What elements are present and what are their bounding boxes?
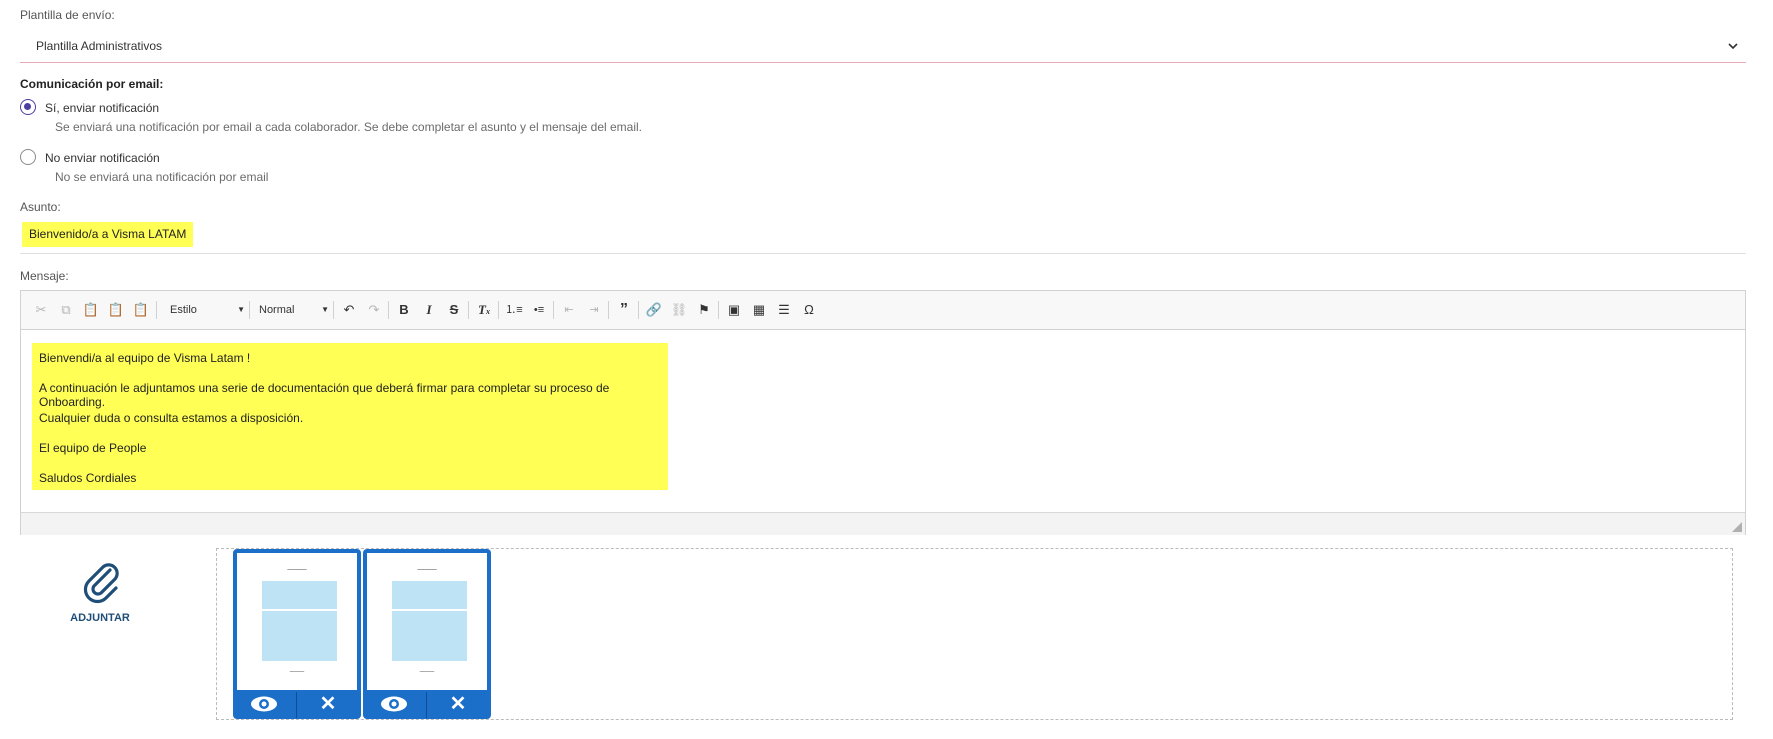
unlink-icon[interactable]: ⛓ bbox=[670, 302, 688, 318]
thumbnail-heading: ━━━━━━━━ bbox=[287, 567, 307, 572]
format-combo[interactable]: Normal ▼ bbox=[259, 300, 329, 320]
bulleted-list-icon[interactable]: •≡ bbox=[530, 302, 548, 318]
toolbar-separator bbox=[553, 301, 554, 319]
option-send-title: Sí, enviar notificación bbox=[45, 101, 160, 115]
style-combo-arrow-icon: ▼ bbox=[237, 305, 245, 314]
message-line: Saludos Cordiales bbox=[39, 471, 137, 485]
paperclip-icon bbox=[83, 563, 119, 604]
image-icon[interactable]: ▣ bbox=[725, 302, 743, 318]
view-attachment-button[interactable] bbox=[233, 692, 295, 716]
special-char-omega-icon[interactable]: Ω bbox=[800, 302, 818, 318]
remove-attachment-button[interactable]: ✕ bbox=[427, 692, 489, 716]
close-icon: ✕ bbox=[449, 693, 467, 715]
option-send-desc: Se enviará una notificación por email a … bbox=[55, 120, 643, 134]
toolbar-separator bbox=[156, 301, 157, 319]
anchor-flag-icon[interactable]: ⚑ bbox=[695, 302, 713, 318]
attach-button[interactable]: ADJUNTAR bbox=[70, 560, 130, 630]
remove-format-icon[interactable]: Tx bbox=[475, 302, 493, 318]
option-no-send-desc: No se enviará una notificación por email bbox=[55, 170, 269, 184]
document-thumbnail: ━━━━━━━━ ━━━━━━ bbox=[237, 553, 357, 690]
paste-icon[interactable]: 📋 bbox=[82, 302, 100, 318]
link-icon[interactable]: 🔗 bbox=[645, 302, 663, 318]
toolbar-separator bbox=[498, 301, 499, 319]
toolbar-separator bbox=[638, 301, 639, 319]
template-label: Plantilla de envío: bbox=[20, 8, 115, 22]
eye-icon bbox=[251, 696, 277, 712]
toolbar-separator bbox=[249, 301, 250, 319]
thumbnail-block bbox=[262, 581, 337, 609]
radio-no-notification[interactable] bbox=[20, 149, 36, 165]
bold-icon[interactable]: B bbox=[395, 302, 413, 318]
document-thumbnail: ━━━━━━━━ ━━━━━━ bbox=[367, 553, 487, 690]
email-comm-label: Comunicación por email: bbox=[20, 77, 164, 91]
attachment-card: ━━━━━━━━ ━━━━━━ ✕ bbox=[233, 549, 361, 719]
thumbnail-block bbox=[262, 611, 337, 661]
view-attachment-button[interactable] bbox=[363, 692, 425, 716]
option-no-send-title: No enviar notificación bbox=[45, 151, 160, 165]
subject-label: Asunto: bbox=[20, 200, 61, 214]
rich-text-editor[interactable]: ✂ ⧉ 📋 📋 📋 Estilo ▼ Normal ▼ ↶ ↷ B I S Tx… bbox=[20, 290, 1746, 535]
toolbar-separator bbox=[333, 301, 334, 319]
thumbnail-block bbox=[392, 611, 467, 661]
thumbnail-footer: ━━━━━━ bbox=[289, 669, 305, 674]
editor-status-bar bbox=[21, 512, 1745, 535]
editor-toolbar: ✂ ⧉ 📋 📋 📋 Estilo ▼ Normal ▼ ↶ ↷ B I S Tx… bbox=[21, 291, 1745, 330]
thumbnail-block bbox=[392, 581, 467, 609]
style-combo-label: Estilo bbox=[170, 304, 197, 316]
editor-content[interactable]: Bienvendi/a al equipo de Visma Latam ! A… bbox=[21, 329, 1745, 512]
chevron-down-icon bbox=[1728, 43, 1738, 50]
template-select[interactable]: Plantilla Administrativos bbox=[20, 33, 1746, 63]
copy-icon[interactable]: ⧉ bbox=[57, 302, 75, 318]
paste-text-icon[interactable]: 📋 bbox=[107, 302, 125, 318]
close-icon: ✕ bbox=[319, 693, 337, 715]
blockquote-icon[interactable]: ” bbox=[615, 302, 633, 318]
template-select-value: Plantilla Administrativos bbox=[36, 39, 163, 53]
cut-icon[interactable]: ✂ bbox=[32, 302, 50, 318]
redo-icon[interactable]: ↷ bbox=[365, 302, 383, 318]
table-icon[interactable]: ▦ bbox=[750, 302, 768, 318]
italic-icon[interactable]: I bbox=[420, 302, 438, 318]
attachment-card: ━━━━━━━━ ━━━━━━ ✕ bbox=[363, 549, 491, 719]
subject-input[interactable]: Bienvenido/a a Visma LATAM bbox=[20, 221, 1746, 254]
message-line: El equipo de People bbox=[39, 441, 147, 455]
message-line: A continuación le adjuntamos una serie d… bbox=[39, 381, 610, 409]
toolbar-separator bbox=[608, 301, 609, 319]
style-combo[interactable]: Estilo ▼ bbox=[170, 300, 245, 320]
subject-value: Bienvenido/a a Visma LATAM bbox=[22, 222, 194, 247]
horizontal-rule-icon[interactable]: ☰ bbox=[775, 302, 793, 318]
toolbar-separator bbox=[388, 301, 389, 319]
remove-attachment-button[interactable]: ✕ bbox=[297, 692, 359, 716]
undo-icon[interactable]: ↶ bbox=[340, 302, 358, 318]
message-highlight: Bienvendi/a al equipo de Visma Latam ! A… bbox=[32, 343, 668, 490]
strikethrough-icon[interactable]: S bbox=[445, 302, 463, 318]
thumbnail-heading: ━━━━━━━━ bbox=[417, 567, 437, 572]
message-line: Bienvendi/a al equipo de Visma Latam ! bbox=[39, 351, 251, 365]
message-label: Mensaje: bbox=[20, 269, 69, 283]
format-combo-arrow-icon: ▼ bbox=[321, 305, 329, 314]
message-line: Cualquier duda o consulta estamos a disp… bbox=[39, 411, 304, 425]
paste-word-icon[interactable]: 📋 bbox=[132, 302, 150, 318]
toolbar-separator bbox=[718, 301, 719, 319]
radio-send-notification[interactable] bbox=[20, 99, 36, 115]
numbered-list-icon[interactable]: ⒈≡ bbox=[505, 302, 523, 318]
resize-handle-icon[interactable] bbox=[1732, 522, 1742, 532]
outdent-icon[interactable]: ⇤ bbox=[560, 302, 578, 318]
attach-label: ADJUNTAR bbox=[70, 612, 130, 624]
indent-icon[interactable]: ⇥ bbox=[585, 302, 603, 318]
eye-icon bbox=[381, 696, 407, 712]
thumbnail-footer: ━━━━━━ bbox=[419, 669, 435, 674]
attachments-dropzone[interactable]: ━━━━━━━━ ━━━━━━ ✕ ━━━━━━━━ ━━━━━━ ✕ bbox=[216, 548, 1733, 720]
format-combo-label: Normal bbox=[259, 304, 295, 316]
toolbar-separator bbox=[468, 301, 469, 319]
